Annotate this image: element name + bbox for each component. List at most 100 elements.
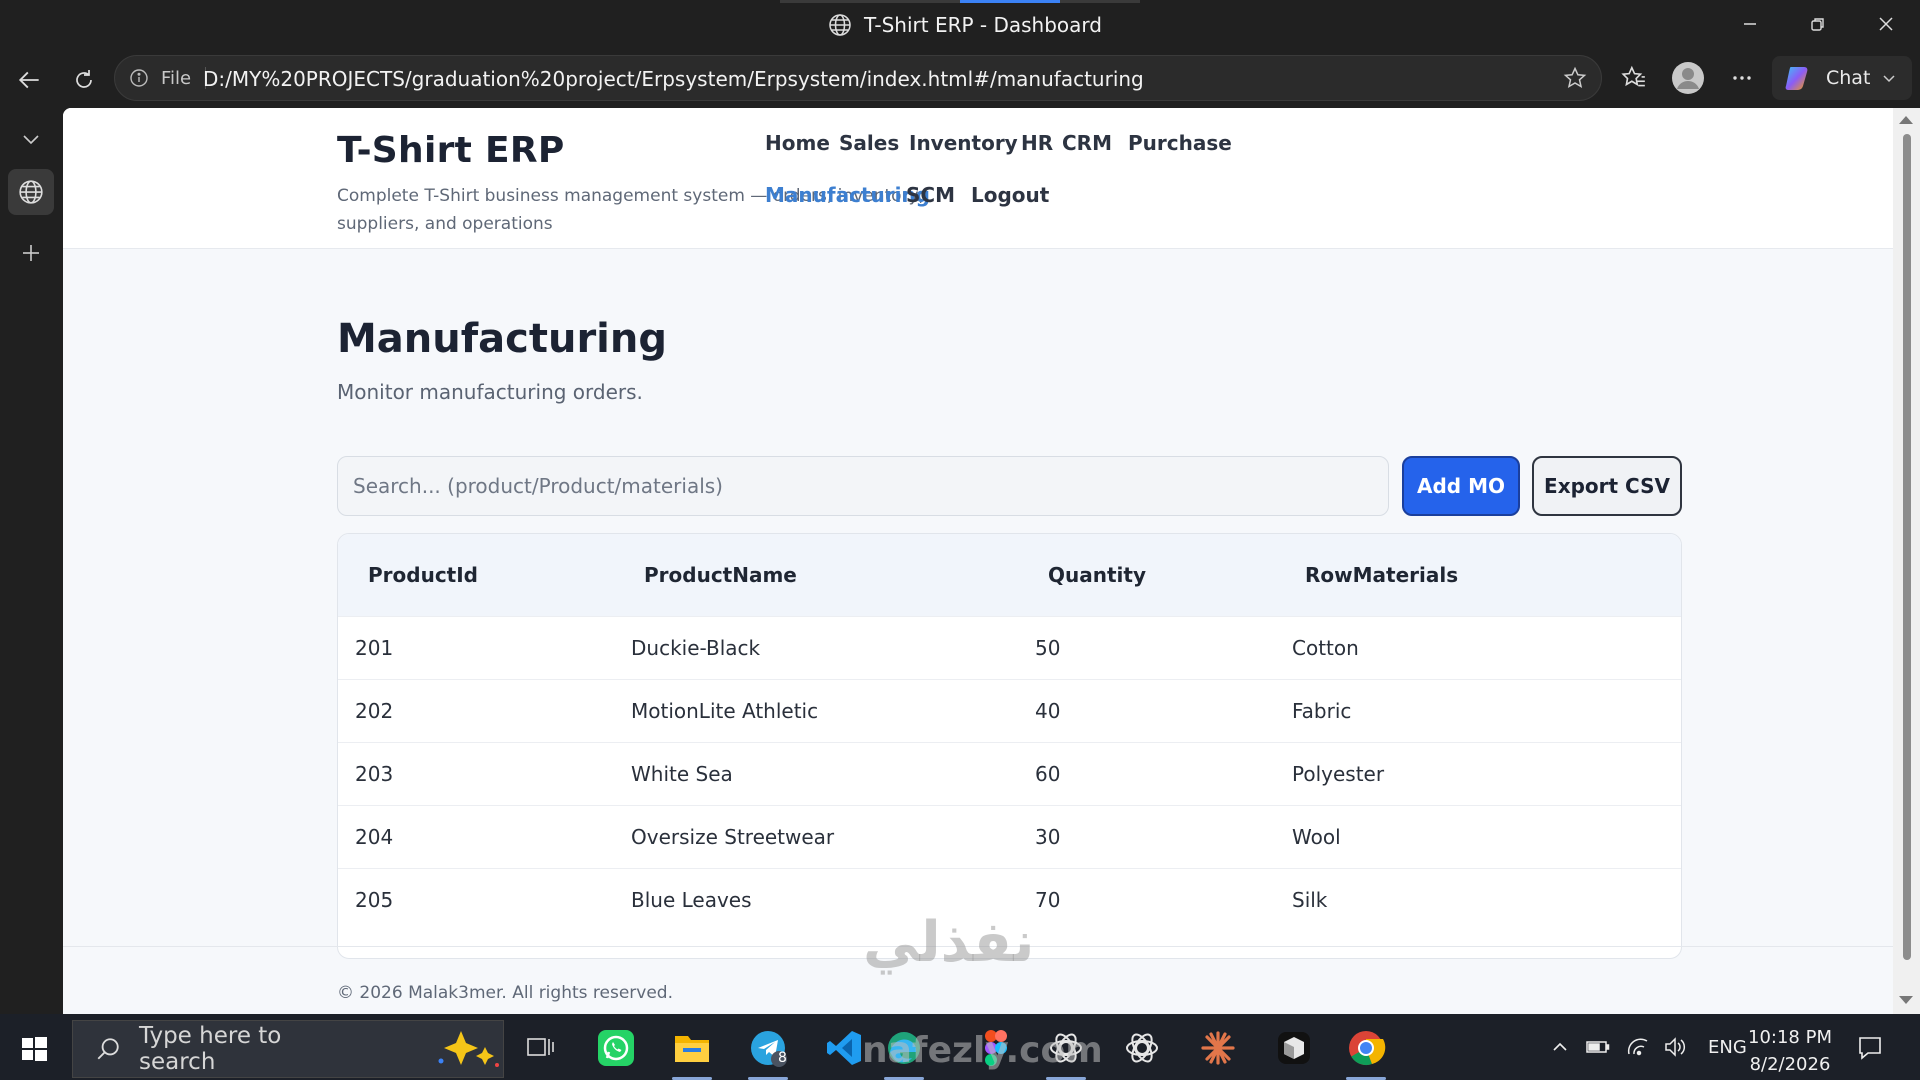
site-header: T-Shirt ERP Complete T-Shirt business ma…	[63, 108, 1893, 249]
clock-date: 8/2/2026	[1749, 1054, 1831, 1075]
nav-hr[interactable]: HR	[1021, 131, 1053, 155]
manufacturing-table-container: ProductId ProductName Quantity RowMateri…	[337, 533, 1682, 959]
scrollbar-thumb[interactable]	[1903, 134, 1911, 960]
favorites-icon[interactable]	[1614, 58, 1654, 98]
cell-productname: Oversize Streetwear	[631, 824, 835, 849]
tab-strip[interactable]	[780, 0, 1140, 3]
chevron-down-icon	[1882, 71, 1896, 85]
nav-inventory[interactable]: Inventory	[909, 131, 1018, 155]
file-explorer-icon[interactable]	[668, 1024, 716, 1080]
column-header-rowmaterials[interactable]: RowMaterials	[1275, 534, 1681, 616]
cell-quantity: 50	[1035, 635, 1061, 660]
chatgpt-app-icon[interactable]	[1118, 1024, 1166, 1072]
cell-quantity: 40	[1035, 698, 1061, 723]
back-button[interactable]	[10, 60, 50, 100]
chrome-icon[interactable]	[1342, 1024, 1390, 1080]
column-header-productid[interactable]: ProductId	[338, 534, 614, 616]
add-mo-button[interactable]: Add MO	[1402, 456, 1520, 516]
battery-icon[interactable]	[1576, 1039, 1620, 1055]
column-header-productname[interactable]: ProductName	[614, 534, 1018, 616]
vscode-icon[interactable]	[820, 1024, 868, 1072]
cell-productid: 205	[355, 887, 394, 912]
new-tab-button[interactable]	[8, 230, 54, 276]
cell-quantity: 60	[1035, 761, 1061, 786]
cell-rowmaterials: Polyester	[1292, 761, 1385, 786]
search-input[interactable]	[337, 456, 1389, 516]
windows-taskbar: Type here to search 8 ENG 10:18 PM 8/2/2…	[0, 1014, 1920, 1080]
cell-rowmaterials: Cotton	[1292, 635, 1359, 660]
cell-productid: 201	[355, 635, 394, 660]
nav-sales[interactable]: Sales	[839, 131, 899, 155]
search-icon	[95, 1036, 121, 1062]
cell-quantity: 30	[1035, 824, 1061, 849]
nav-home[interactable]: Home	[765, 131, 830, 155]
restore-button[interactable]	[1784, 0, 1852, 48]
cell-rowmaterials: Fabric	[1292, 698, 1352, 723]
clock-time: 10:18 PM	[1748, 1027, 1832, 1048]
language-indicator[interactable]: ENG	[1708, 1037, 1747, 1058]
vertical-tabs-sidebar	[0, 104, 62, 1014]
cell-productid: 203	[355, 761, 394, 786]
task-view-icon[interactable]	[516, 1024, 564, 1072]
taskbar-search-placeholder: Type here to search	[139, 1023, 282, 1075]
wifi-icon[interactable]	[1620, 1037, 1656, 1057]
favorite-star-icon[interactable]	[1563, 66, 1587, 90]
scroll-up-arrow[interactable]	[1899, 116, 1913, 124]
window-title: T-Shirt ERP - Dashboard	[828, 10, 1102, 40]
export-csv-button[interactable]: Export CSV	[1532, 456, 1682, 516]
brand-logo-text[interactable]: T-Shirt ERP	[337, 130, 565, 171]
telegram-unread-badge: 8	[778, 1050, 787, 1066]
table-row[interactable]: 204 Oversize Streetwear 30 Wool	[338, 805, 1681, 868]
collapse-tabs-button[interactable]	[8, 116, 54, 162]
footer-copyright: © 2026 Malak3mer. All rights reserved.	[337, 983, 673, 1003]
notifications-icon[interactable]	[1846, 1024, 1894, 1072]
windows-start-button[interactable]	[14, 1029, 54, 1069]
table-header-row: ProductId ProductName Quantity RowMateri…	[338, 534, 1681, 616]
chat-label: Chat	[1826, 67, 1871, 89]
cell-productname: White Sea	[631, 761, 733, 786]
active-tab-globe-icon[interactable]	[8, 169, 54, 215]
watermark-latin: nafezly.com	[862, 1030, 1103, 1071]
show-hidden-icons-chevron-icon[interactable]	[1544, 1038, 1576, 1056]
telegram-icon[interactable]: 8	[744, 1024, 792, 1080]
close-window-button[interactable]	[1852, 0, 1920, 48]
table-row[interactable]: 202 MotionLite Athletic 40 Fabric	[338, 679, 1681, 742]
address-bar[interactable]: File D:/MY%20PROJECTS/graduation%20proje…	[114, 55, 1602, 101]
info-icon	[129, 68, 149, 88]
whatsapp-icon[interactable]	[592, 1024, 640, 1072]
copilot-icon	[1784, 63, 1814, 93]
cell-rowmaterials: Wool	[1292, 824, 1341, 849]
nav-crm[interactable]: CRM	[1062, 131, 1112, 155]
page-subtitle: Monitor manufacturing orders.	[337, 380, 643, 404]
nav-logout[interactable]: Logout	[971, 183, 1049, 207]
cell-productid: 204	[355, 824, 394, 849]
taskbar-search-box[interactable]: Type here to search	[72, 1020, 504, 1078]
table-row[interactable]: 201 Duckie-Black 50 Cotton	[338, 616, 1681, 679]
copilot-chat-button[interactable]: Chat	[1772, 56, 1912, 100]
refresh-button[interactable]	[64, 60, 104, 100]
taskbar-clock[interactable]: 10:18 PM 8/2/2026	[1748, 1024, 1832, 1078]
title-bar: T-Shirt ERP - Dashboard	[0, 0, 1920, 50]
volume-icon[interactable]	[1656, 1036, 1694, 1058]
table-row[interactable]: 203 White Sea 60 Polyester	[338, 742, 1681, 805]
globe-icon	[828, 13, 852, 37]
manufacturing-table: ProductId ProductName Quantity RowMateri…	[338, 534, 1681, 931]
column-header-quantity[interactable]: Quantity	[1018, 534, 1275, 616]
profile-avatar[interactable]	[1668, 58, 1708, 98]
cell-productname: MotionLite Athletic	[631, 698, 819, 723]
more-options-icon[interactable]	[1722, 58, 1762, 98]
active-tab-indicator	[960, 0, 1060, 3]
nav-purchase[interactable]: Purchase	[1128, 131, 1232, 155]
watermark-arabic: نفذلي	[863, 910, 1035, 975]
system-tray: ENG	[1544, 1014, 1747, 1080]
nav-scm[interactable]: SCM	[906, 183, 955, 207]
scroll-down-arrow[interactable]	[1899, 996, 1913, 1004]
box-app-icon[interactable]	[1270, 1024, 1318, 1072]
site-info-button[interactable]: File	[129, 67, 207, 89]
page-viewport: T-Shirt ERP Complete T-Shirt business ma…	[63, 108, 1893, 1014]
page-scrollbar[interactable]	[1893, 108, 1920, 1014]
window-title-text: T-Shirt ERP - Dashboard	[864, 13, 1102, 37]
claude-icon[interactable]	[1194, 1024, 1242, 1072]
url-text[interactable]: D:/MY%20PROJECTS/graduation%20project/Er…	[203, 67, 1144, 91]
minimize-button[interactable]	[1716, 0, 1784, 48]
